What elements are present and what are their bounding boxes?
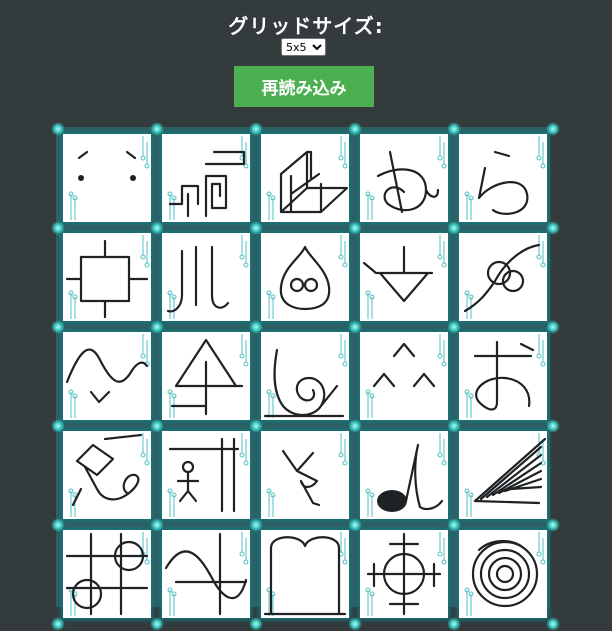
grid-node (51, 617, 65, 631)
kana-me-icon (365, 136, 447, 220)
grid-node (348, 122, 362, 136)
grid-node (447, 221, 461, 235)
grid-node (546, 419, 560, 433)
grid-node (150, 221, 164, 235)
tile-kana-me[interactable] (360, 134, 448, 222)
slime-icon (266, 235, 348, 319)
tile-circle-lattice[interactable] (63, 530, 151, 618)
grid-node (51, 320, 65, 334)
grid-node (348, 419, 362, 433)
grid-node (249, 617, 263, 631)
grid-node (546, 518, 560, 532)
kana-ra-icon (464, 136, 546, 220)
tile-maze-lines[interactable] (162, 134, 250, 222)
grid-node (150, 419, 164, 433)
triangle-cross-icon (167, 334, 249, 418)
tile-concentric-circles[interactable] (459, 530, 547, 618)
s-curve-icon (164, 532, 249, 616)
tile-kana-ru[interactable] (162, 233, 250, 321)
box-3d-icon (266, 136, 349, 220)
kana-o-icon (464, 334, 546, 418)
stick-figure-icon (167, 433, 249, 517)
grid-size-select[interactable]: 5x5 (281, 38, 326, 56)
grid-node (546, 122, 560, 136)
ground-symbol-icon (362, 235, 447, 319)
tile-ground-symbol[interactable] (360, 233, 448, 321)
grid-node (348, 221, 362, 235)
grid-size-label: グリッドサイズ: (228, 14, 384, 38)
tile-fan[interactable] (459, 431, 547, 519)
tile-wave-check[interactable] (63, 332, 151, 420)
kana-ru-icon (166, 235, 249, 319)
spiral-six-icon (263, 334, 348, 418)
grid-node (249, 320, 263, 334)
face-icon (68, 136, 150, 220)
tile-stick-figure[interactable] (162, 431, 250, 519)
tile-grid (51, 122, 560, 631)
tile-carets[interactable] (360, 332, 448, 420)
tile-slime[interactable] (261, 233, 349, 321)
grid-node (447, 518, 461, 532)
grid-node (348, 617, 362, 631)
grid-node (51, 518, 65, 532)
concentric-circles-icon (464, 532, 546, 616)
tile-spiral-six[interactable] (261, 332, 349, 420)
arch-frame-icon (263, 532, 348, 616)
grid-node (348, 320, 362, 334)
grid-node (150, 320, 164, 334)
grid-node (51, 221, 65, 235)
grid-node (249, 221, 263, 235)
grid-node (546, 221, 560, 235)
carets-icon (365, 334, 447, 418)
tile-s-curve[interactable] (162, 530, 250, 618)
maze-lines-icon (167, 136, 249, 220)
tile-kana-o[interactable] (459, 332, 547, 420)
wave-check-icon (65, 334, 150, 418)
tile-diamond-scribble[interactable] (63, 431, 151, 519)
tile-music-note[interactable] (360, 431, 448, 519)
grid-node (51, 122, 65, 136)
tile-arch-frame[interactable] (261, 530, 349, 618)
tile-face[interactable] (63, 134, 151, 222)
grid-node (150, 518, 164, 532)
grid-node (150, 617, 164, 631)
circle-lattice-icon (65, 532, 150, 616)
grid-node (447, 419, 461, 433)
grid-node (249, 419, 263, 433)
music-note-icon (365, 433, 447, 517)
grid-node (150, 122, 164, 136)
grid-node (546, 320, 560, 334)
tile-kana-ra[interactable] (459, 134, 547, 222)
tile-crosshair[interactable] (360, 530, 448, 618)
tile-box-3d[interactable] (261, 134, 349, 222)
tile-box-cross[interactable] (63, 233, 151, 321)
grid-node (447, 122, 461, 136)
fan-icon (464, 433, 547, 517)
grid-node (348, 518, 362, 532)
grid-node (447, 320, 461, 334)
grid-node (51, 419, 65, 433)
grid-node (546, 617, 560, 631)
tile-triangle-cross[interactable] (162, 332, 250, 420)
diamond-scribble-icon (68, 433, 150, 517)
circles-curve-icon (463, 235, 546, 319)
scribble-icon (266, 433, 348, 517)
grid-node (249, 518, 263, 532)
box-cross-icon (65, 235, 150, 319)
crosshair-icon (365, 532, 447, 616)
grid-node (447, 617, 461, 631)
tile-circles-curve[interactable] (459, 233, 547, 321)
reload-button[interactable]: 再読み込み (234, 66, 374, 107)
tile-scribble[interactable] (261, 431, 349, 519)
grid-node (249, 122, 263, 136)
